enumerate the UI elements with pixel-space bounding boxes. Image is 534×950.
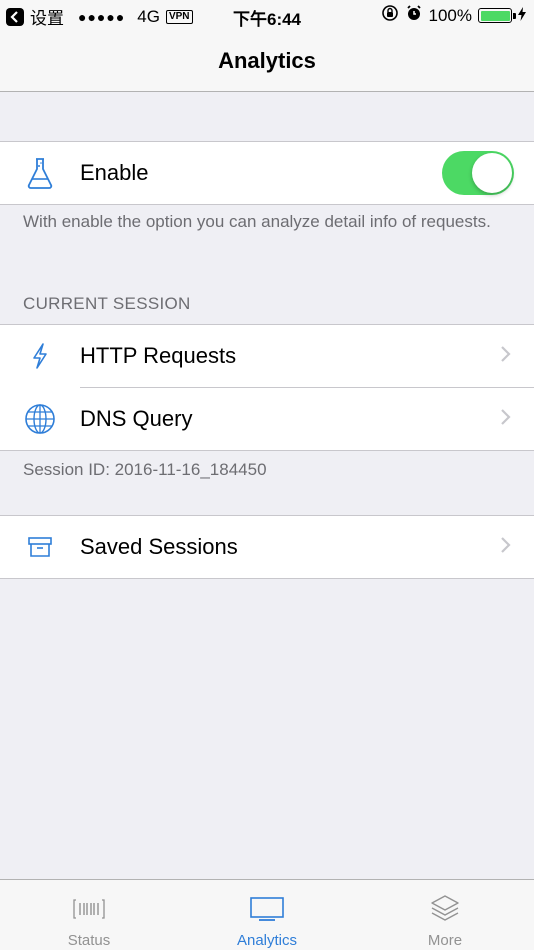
http-requests-row[interactable]: HTTP Requests xyxy=(0,325,534,387)
chevron-right-icon xyxy=(500,345,512,368)
dns-query-label: DNS Query xyxy=(80,406,193,431)
battery-percent: 100% xyxy=(428,5,472,25)
chevron-right-icon xyxy=(500,536,512,559)
tab-more[interactable]: More xyxy=(356,880,534,950)
chevron-right-icon xyxy=(500,408,512,431)
battery-icon xyxy=(478,8,516,23)
enable-description: With enable the option you can analyze d… xyxy=(23,212,491,231)
flask-icon xyxy=(24,157,56,189)
saved-sessions-label: Saved Sessions xyxy=(80,534,238,559)
enable-toggle[interactable] xyxy=(442,151,514,195)
navigation-bar: Analytics xyxy=(0,30,534,92)
tab-label: More xyxy=(427,932,463,949)
tab-status[interactable]: Status xyxy=(0,880,178,950)
tab-analytics[interactable]: Analytics xyxy=(178,880,356,950)
tab-bar: Status Analytics More xyxy=(0,879,534,950)
tab-label: Status xyxy=(67,932,111,949)
saved-sessions-row[interactable]: Saved Sessions xyxy=(0,516,534,578)
archive-box-icon xyxy=(24,531,56,563)
http-requests-label: HTTP Requests xyxy=(80,343,237,368)
tab-label: Analytics xyxy=(236,932,298,949)
session-id: Session ID: 2016-11-16_184450 xyxy=(23,460,267,479)
dns-query-row[interactable]: DNS Query xyxy=(0,388,534,450)
section-header-current-session: CURRENT SESSION xyxy=(23,294,191,313)
alarm-icon xyxy=(405,4,423,27)
current-session-group: HTTP Requests DNS Query xyxy=(0,324,534,451)
enable-label: Enable xyxy=(80,160,149,185)
bolt-icon xyxy=(24,340,56,372)
charging-icon xyxy=(518,6,526,26)
monitor-icon xyxy=(247,894,287,924)
status-bar: 设置 ●●●●● 4G VPN 下午6:44 100% xyxy=(0,0,534,30)
page-title: Analytics xyxy=(218,47,316,73)
layers-icon xyxy=(425,894,465,924)
globe-icon xyxy=(24,403,56,435)
enable-group: Enable xyxy=(0,141,534,205)
saved-sessions-group: Saved Sessions xyxy=(0,515,534,579)
barcode-icon xyxy=(69,894,109,924)
rotation-lock-icon xyxy=(381,4,399,27)
toggle-knob xyxy=(472,153,512,193)
enable-row: Enable xyxy=(0,142,534,204)
